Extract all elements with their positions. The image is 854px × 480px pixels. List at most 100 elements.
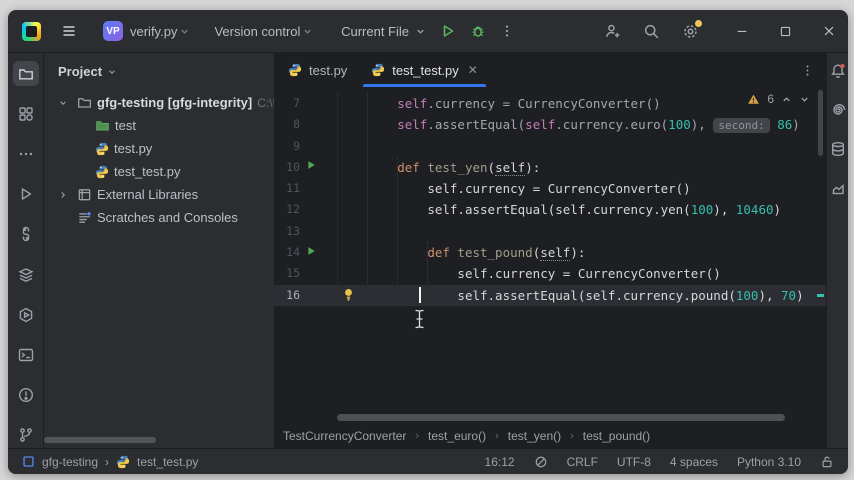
notifications-bell-icon[interactable]	[830, 63, 846, 79]
editor-tab-test_test-py[interactable]: test_test.py✕	[359, 53, 490, 87]
run-test-gutter-icon[interactable]	[305, 159, 317, 171]
sciview-chart-icon[interactable]	[830, 180, 846, 196]
more-tools-icon[interactable]	[13, 141, 39, 166]
tree-item[interactable]: test_test.py	[44, 160, 274, 183]
code-line-10[interactable]: 10 def test_yen(self):	[274, 157, 826, 178]
close-tab-icon[interactable]: ✕	[468, 63, 478, 77]
run-tool-icon[interactable]	[13, 182, 39, 207]
chevron-right-icon[interactable]	[58, 190, 72, 200]
status-item[interactable]: Python 3.10	[737, 455, 801, 469]
code-text: self.assertEqual(self.currency.yen(100),…	[337, 199, 781, 220]
code-text: def test_yen(self):	[337, 157, 540, 178]
status-item[interactable]: 16:12	[485, 455, 515, 469]
add-user-icon[interactable]	[604, 23, 621, 40]
code-line-7[interactable]: 7 self.currency = CurrencyConverter()	[274, 93, 826, 114]
breadcrumb-item[interactable]: TestCurrencyConverter	[283, 429, 406, 443]
tree-item-label: test_test.py	[114, 164, 180, 179]
project-panel-title[interactable]: Project	[58, 64, 102, 79]
module-icon[interactable]	[22, 455, 35, 468]
inspections-widget[interactable]: 6	[747, 92, 810, 106]
chevron-down-icon	[107, 67, 117, 77]
more-actions-icon[interactable]	[500, 24, 514, 38]
code-text: self.assertEqual(self.currency.pound(100…	[337, 285, 804, 306]
editor-tab-test-py[interactable]: test.py	[276, 53, 359, 87]
terminal-icon[interactable]	[13, 342, 39, 367]
breadcrumb-separator-icon: ›	[495, 430, 499, 442]
maximize-button[interactable]	[779, 25, 792, 38]
prev-problem-icon[interactable]	[781, 94, 792, 105]
chevron-down-icon[interactable]	[58, 98, 72, 108]
status-separator-icon: ›	[105, 455, 109, 469]
breadcrumb-item[interactable]: test_yen()	[508, 429, 561, 443]
run-configuration-selector[interactable]: Current File	[341, 24, 426, 39]
line-number: 16	[274, 285, 300, 306]
vcs-selector[interactable]: Version control	[214, 24, 300, 39]
tab-label: test.py	[309, 63, 347, 78]
unlock-icon[interactable]	[820, 455, 834, 469]
code-editor[interactable]: 7 self.currency = CurrencyConverter()8 s…	[274, 87, 826, 424]
code-line-15[interactable]: 15 self.currency = CurrencyConverter()	[274, 263, 826, 284]
code-text: self.currency = CurrencyConverter()	[337, 263, 721, 284]
code-line-9[interactable]: 9	[274, 136, 826, 157]
database-icon[interactable]	[830, 141, 846, 157]
code-line-11[interactable]: 11 self.currency = CurrencyConverter()	[274, 178, 826, 199]
status-item[interactable]: gfg-testing	[42, 455, 98, 469]
highlight-off-icon[interactable]	[534, 455, 548, 469]
minimize-button[interactable]	[735, 24, 749, 38]
status-item[interactable]: test_test.py	[137, 455, 198, 469]
python-file-icon	[371, 63, 385, 77]
layers-icon[interactable]	[13, 262, 39, 287]
code-line-14[interactable]: 14 def test_pound(self):	[274, 242, 826, 263]
status-item[interactable]: 4 spaces	[670, 455, 718, 469]
caret-stripe-mark	[817, 294, 824, 297]
tree-item[interactable]: test.py	[44, 137, 274, 160]
line-number: 14	[274, 242, 300, 263]
python-file-icon[interactable]	[116, 455, 130, 469]
project-folder-icon[interactable]	[13, 61, 39, 86]
python-packages-icon[interactable]	[13, 222, 39, 247]
editor-scroll-stripe[interactable]	[815, 87, 826, 412]
code-line-16[interactable]: 16 self.assertEqual(self.currency.pound(…	[274, 285, 826, 306]
tab-options-icon[interactable]	[801, 53, 814, 87]
git-branch-icon[interactable]	[13, 423, 39, 448]
line-number: 7	[274, 93, 300, 114]
code-line-8[interactable]: 8 self.assertEqual(self.currency.euro(10…	[274, 114, 826, 135]
code-line-13[interactable]: 13	[274, 221, 826, 242]
warning-count: 6	[767, 92, 774, 106]
tree-item[interactable]: Scratches and Consoles	[44, 206, 274, 229]
next-problem-icon[interactable]	[799, 94, 810, 105]
editor-horizontal-scrollbar[interactable]	[337, 414, 785, 421]
project-horizontal-scrollbar[interactable]	[44, 437, 156, 443]
code-line-12[interactable]: 12 self.assertEqual(self.currency.yen(10…	[274, 199, 826, 220]
status-item[interactable]: UTF-8	[617, 455, 651, 469]
project-name-selector[interactable]: verify.py	[130, 24, 177, 39]
problems-icon[interactable]	[13, 383, 39, 408]
close-button[interactable]	[822, 24, 836, 38]
tree-item-label: External Libraries	[97, 187, 198, 202]
project-badge[interactable]: VP	[103, 21, 123, 41]
vertical-scrollbar-thumb[interactable]	[818, 90, 823, 156]
services-icon[interactable]	[13, 302, 39, 327]
ai-assistant-icon[interactable]	[830, 102, 846, 118]
settings-gear-icon[interactable]	[682, 23, 699, 40]
title-bar: VP verify.py Version control Current Fil…	[8, 10, 848, 52]
status-item[interactable]: CRLF	[567, 455, 598, 469]
main-menu-icon[interactable]	[61, 23, 77, 39]
settings-notification-dot	[695, 20, 702, 27]
folder-icon	[77, 95, 92, 110]
tree-item[interactable]: test	[44, 114, 274, 137]
run-test-gutter-icon[interactable]	[305, 245, 317, 257]
tree-item[interactable]: External Libraries	[44, 183, 274, 206]
line-number: 12	[274, 199, 300, 220]
breadcrumb-item[interactable]: test_pound()	[583, 429, 650, 443]
run-button[interactable]	[440, 23, 456, 39]
tree-item[interactable]: gfg-testing [gfg-integrity] C:\U	[44, 91, 274, 114]
structure-grid-icon[interactable]	[13, 101, 39, 126]
debug-button[interactable]	[470, 23, 486, 39]
search-everywhere-icon[interactable]	[643, 23, 660, 40]
status-bar: gfg-testing › test_test.py 16:12 CRLF UTF-8 4…	[8, 448, 848, 474]
editor-tab-bar: test.py test_test.py✕	[274, 53, 826, 87]
breadcrumb-item[interactable]: test_euro()	[428, 429, 486, 443]
ide-window: VP verify.py Version control Current Fil…	[8, 10, 848, 474]
line-number: 8	[274, 114, 300, 135]
